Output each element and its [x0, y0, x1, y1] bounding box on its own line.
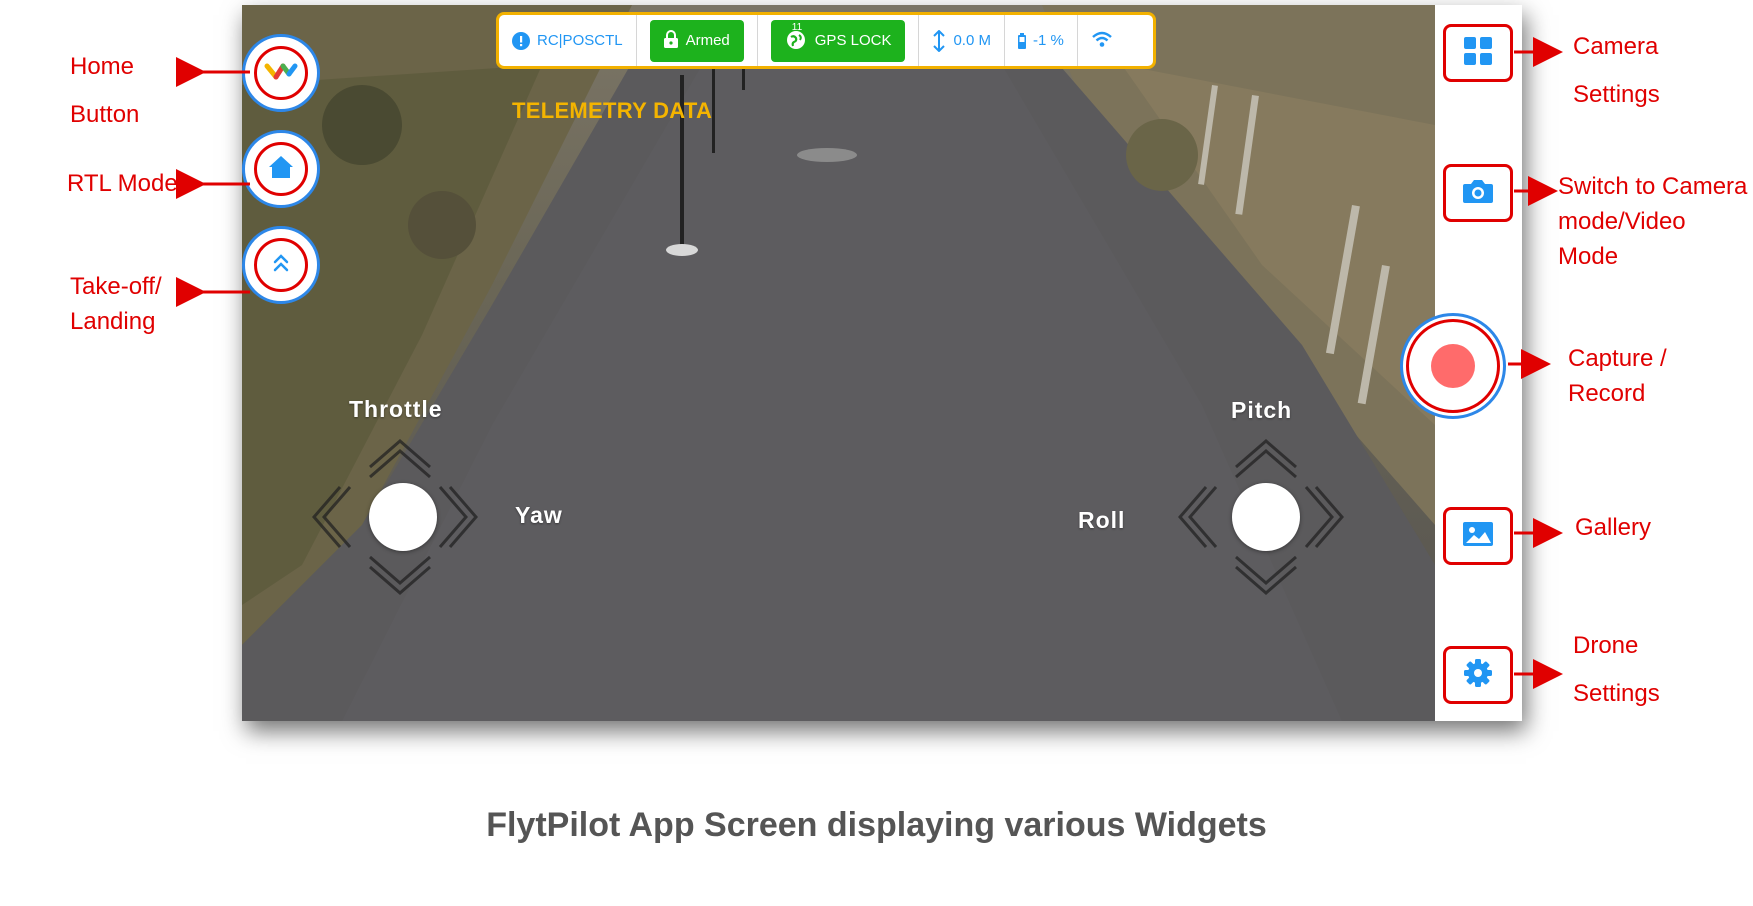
- annotation-capture-record: Capture / Record: [1568, 341, 1667, 411]
- annotation-takeoff-line1: Take-off/: [70, 273, 162, 300]
- annotation-switch-line1: Switch to Camera: [1558, 173, 1748, 200]
- figure-caption: FlytPilot App Screen displaying various …: [486, 806, 1267, 844]
- annotation-arrows: [176, 37, 1563, 689]
- annotation-switch-line2: mode/Video: [1558, 208, 1686, 235]
- annotation-switch-line3: Mode: [1558, 243, 1619, 270]
- annotation-takeoff-line2: Landing: [70, 308, 156, 335]
- annotation-camera-settings-line1: Camera: [1573, 33, 1659, 60]
- annotation-capture-line1: Capture /: [1568, 345, 1667, 372]
- annotation-capture-line2: Record: [1568, 380, 1646, 407]
- annotation-switch-mode: Switch to Camera mode/Video Mode: [1558, 169, 1747, 274]
- annotation-drone-settings-line1: Drone: [1573, 632, 1639, 659]
- annotation-home-line2: Button: [70, 101, 140, 128]
- annotation-drone-settings-line2: Settings: [1573, 680, 1660, 707]
- annotation-gallery: Gallery: [1575, 514, 1652, 541]
- annotation-camera-settings: Camera Settings: [1573, 29, 1660, 112]
- annotation-drone-settings: Drone Settings: [1573, 628, 1660, 711]
- annotation-camera-settings-line2: Settings: [1573, 81, 1660, 108]
- annotation-home-button: Home Button: [70, 49, 139, 132]
- annotation-rtl-mode: RTL Mode: [67, 170, 178, 197]
- annotation-takeoff-landing: Take-off/ Landing: [70, 269, 162, 339]
- annotation-home-line1: Home: [70, 53, 135, 80]
